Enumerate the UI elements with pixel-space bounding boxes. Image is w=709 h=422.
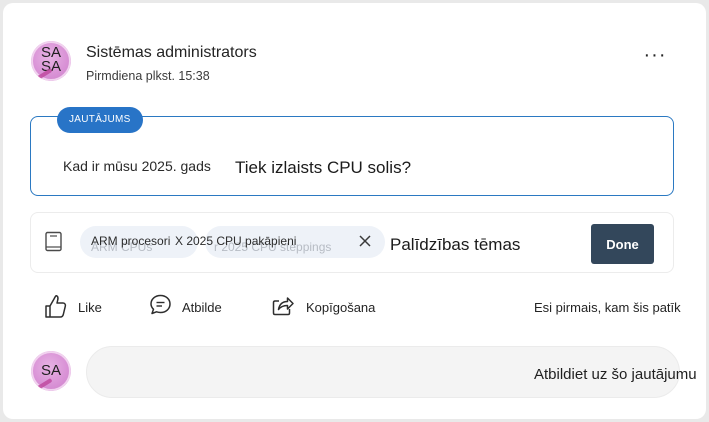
reply-button[interactable]: Atbilde	[148, 292, 238, 322]
like-button[interactable]: Like	[43, 292, 113, 322]
share-label: Kopīgošana	[306, 300, 376, 315]
thumbs-up-icon	[45, 295, 67, 318]
done-button[interactable]: Done	[591, 224, 654, 264]
reply-label: Atbilde	[182, 300, 222, 315]
share-button[interactable]: Kopīgošana	[270, 292, 390, 322]
avatar-initials: SA	[40, 58, 61, 75]
comment-icon	[150, 294, 171, 315]
avatar-initials: SA	[40, 362, 61, 379]
more-options-button[interactable]: ···	[640, 45, 670, 72]
question-text: Tiek izlaists CPU solis?	[235, 158, 412, 177]
first-like-text: Esi pirmais, kam šis patīk	[534, 300, 681, 315]
current-user-avatar: SA	[31, 351, 71, 391]
close-icon[interactable]	[358, 234, 372, 248]
post-timestamp: Pirmdiena plkst. 15:38	[86, 69, 210, 83]
share-icon	[272, 297, 294, 316]
topic-chip-label: X 2025 CPU pakāpieni	[175, 234, 297, 248]
topics-label: Palīdzības tēmas	[390, 235, 521, 254]
reply-placeholder: Atbildiet uz šo jautājumu	[534, 366, 697, 383]
author-avatar[interactable]: SA SA	[31, 41, 71, 81]
topic-chip-label: ARM procesori	[91, 234, 171, 248]
book-icon	[45, 231, 62, 252]
question-badge: JAUTĀJUMS	[57, 107, 143, 133]
author-name[interactable]: Sistēmas administrators	[86, 44, 257, 62]
like-label: Like	[78, 300, 102, 315]
question-prefix: Kad ir mūsu 2025. gads	[63, 158, 211, 174]
